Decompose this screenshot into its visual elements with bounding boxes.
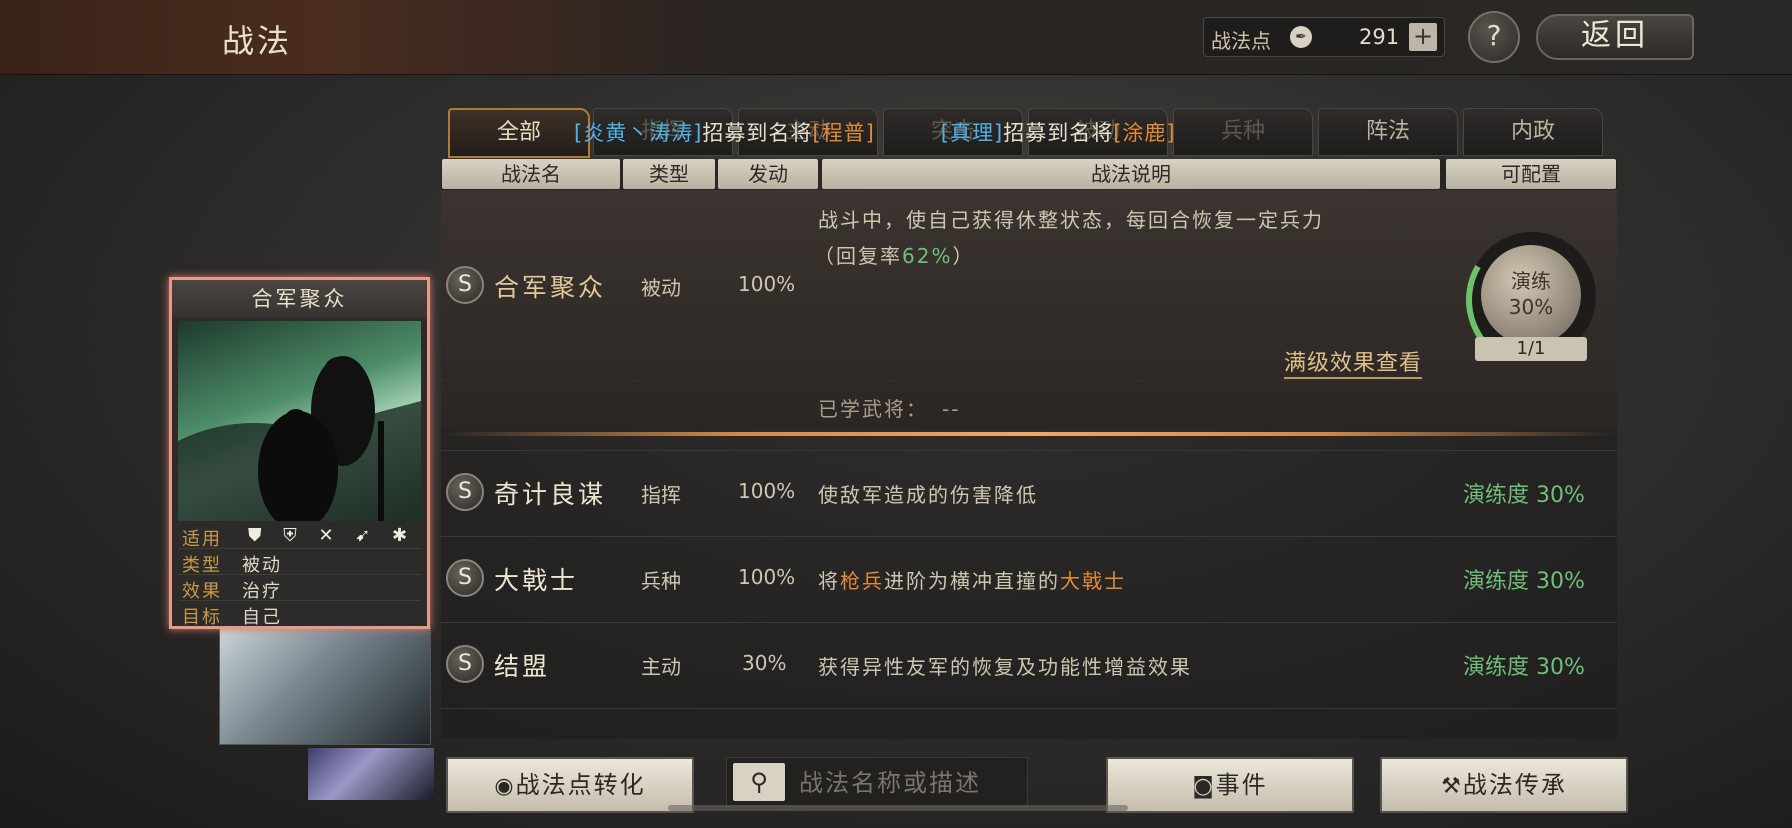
type-label: 类型 [182,555,222,576]
card-title: 合军聚众 [172,280,427,318]
type-value: 被动 [242,555,282,576]
tab-all[interactable]: 全部 [448,108,590,158]
skill-name[interactable]: 奇计良谋 [494,475,606,511]
skill-type: 主动 [641,655,681,679]
col-header-name: 战法名 [442,159,620,189]
troop-type-icons: ⛊ ⛨ ✕ ➹ ✱ [248,525,416,546]
skill-card-thumbnail[interactable] [219,627,431,745]
skill-trigger-rate: 100% [738,272,796,296]
apply-label: 适用 [182,529,222,550]
col-header-type: 类型 [623,159,715,189]
search-input[interactable] [797,764,1021,802]
help-button[interactable]: ? [1468,11,1520,63]
drill-button[interactable]: 演练 30% [1481,245,1581,345]
effect-value: 治疗 [242,581,282,602]
drill-level: 演练度 30% [1463,655,1585,680]
drill-level: 演练度 30% [1463,569,1585,594]
skill-description: 战斗中，使自己获得休整状态，每回合恢复一定兵力 [818,208,1324,232]
convert-points-button[interactable]: ◉战法点转化 [446,757,694,813]
page-title: 战法 [222,22,293,60]
search-icon[interactable]: ⚲ [733,763,785,801]
skill-type: 兵种 [641,569,681,593]
hammer-icon: ⚒ [1441,774,1463,799]
tab-internal[interactable]: 内政 [1463,108,1603,156]
skill-points-label: 战法点 [1211,29,1271,53]
divider [441,450,1617,451]
ticker-player-1: 炎黄丶涛涛 [583,121,694,145]
add-points-button[interactable]: + [1409,23,1437,51]
col-header-description: 战法说明 [822,159,1440,189]
skill-card-thumbnail[interactable] [308,748,434,800]
skill-points-value: 291 [1359,25,1400,49]
search-bar: ⚲ [726,757,1028,807]
selected-row-glow [441,432,1617,436]
drop-icon: ◉ [494,774,516,799]
skill-name: 合军聚众 [494,273,607,302]
skill-name[interactable]: 结盟 [494,647,550,683]
divider [441,708,1617,709]
skill-trigger-rate: 30% [742,651,787,675]
grade-s-badge: S [446,559,484,597]
target-label: 目标 [182,607,222,628]
skill-name[interactable]: 大戟士 [494,561,578,597]
skill-description: 将枪兵进阶为横冲直撞的大戟士 [818,569,1126,593]
divider [441,536,1617,537]
col-header-trigger: 发动 [718,159,818,189]
learned-generals: 已学武将： -- [818,397,961,421]
tab-troop[interactable]: 兵种 [1173,108,1313,156]
skill-type: 被动 [641,276,681,300]
target-value: 自己 [242,607,282,628]
col-header-configurable: 可配置 [1446,159,1616,189]
drill-label: 演练 [1511,269,1551,293]
skill-points-panel: 战法点 ✒ 291 + [1203,17,1445,57]
drill-level: 演练度 30% [1463,483,1585,508]
effect-label: 效果 [182,581,222,602]
skill-inherit-button[interactable]: ⚒战法传承 [1380,757,1628,813]
announcement-ticker: [炎黄丶涛涛]招募到名将[程普] [真理]招募到名将[涂鹿] [574,121,1176,145]
skill-trigger-rate: 100% [738,565,796,589]
drill-percent: 30% [1508,295,1554,319]
divider [441,380,1617,381]
skill-points-icon: ✒ [1290,26,1312,48]
ticker-general-2: [涂鹿] [1113,121,1176,145]
grade-s-badge: S [446,645,484,683]
card-artwork [178,321,421,521]
max-effect-link[interactable]: 满级效果查看 [1284,345,1423,379]
alert-icon: ◙ [1192,774,1216,799]
home-indicator [668,805,1128,811]
tab-formation[interactable]: 阵法 [1318,108,1458,156]
grade-s-badge: S [446,473,484,511]
skill-description: 使敌军造成的伤害降低 [818,483,1038,507]
skill-description-line2: （回复率62%） [814,244,975,268]
back-button[interactable]: 返回 [1536,14,1694,60]
card-stats: 适用 ⛊ ⛨ ✕ ➹ ✱ 类型 被动 效果 治疗 目标 自己 [178,523,421,628]
events-button[interactable]: ◙事件 [1106,757,1354,813]
skill-card: 合军聚众 适用 ⛊ ⛨ ✕ ➹ ✱ 类型 被动 效果 治疗 目标 自己 [169,277,430,629]
skill-trigger-rate: 100% [738,479,796,503]
recovery-rate-value: 62% [902,244,953,268]
grade-s-badge: S [446,266,484,304]
ticker-player-2: 真理 [950,121,994,145]
skill-type: 指挥 [641,483,681,507]
drill-count: 1/1 [1475,337,1587,361]
skill-description: 获得异性友军的恢复及功能性增益效果 [818,655,1192,679]
ticker-general-1: [程普] [812,121,875,145]
divider [441,622,1617,623]
